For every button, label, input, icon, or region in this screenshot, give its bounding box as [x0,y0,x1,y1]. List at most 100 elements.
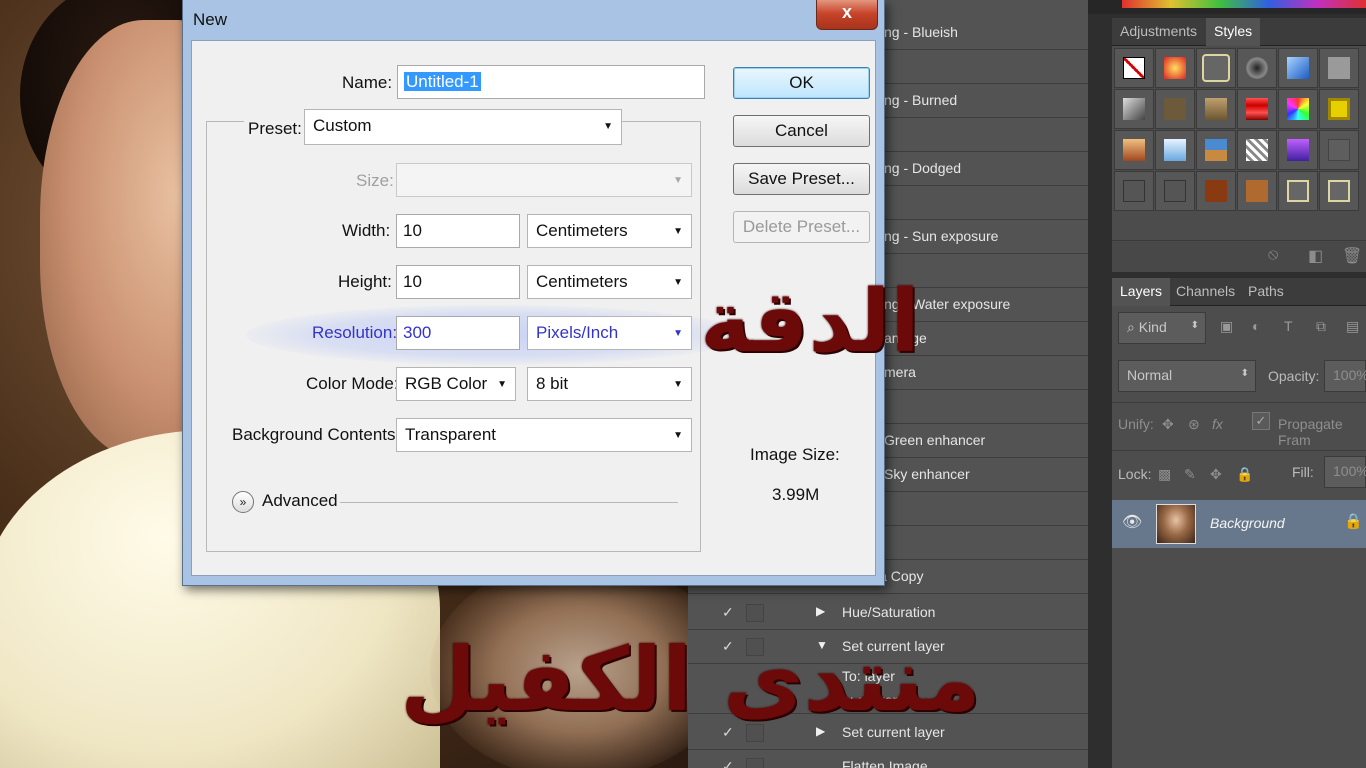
propagate-frame-checkbox[interactable]: ✓ [1252,412,1270,430]
lock-transparency-icon[interactable]: ▩ [1158,466,1171,483]
tab-channels[interactable]: Channels [1168,278,1243,306]
background-contents-label: Background Contents: [232,425,401,444]
save-preset-button[interactable]: Save Preset... [733,163,870,195]
cancel-button[interactable]: Cancel [733,115,870,147]
action-row[interactable]: ✓ Flatten Image [688,750,1088,768]
ok-button[interactable]: OK [733,67,870,99]
tab-adjustments[interactable]: Adjustments [1112,18,1205,46]
style-swatch[interactable] [1196,171,1236,211]
divider [1112,402,1366,403]
new-style-icon[interactable]: ◧ [1308,246,1323,266]
action-check-icon[interactable]: ✓ [722,758,734,768]
advanced-toggle-icon[interactable]: » [232,491,254,513]
image-filter-icon[interactable]: ▣ [1220,318,1233,335]
close-button[interactable]: x [816,0,878,30]
style-swatch[interactable] [1237,89,1277,129]
layers-panel: ⌕ Kind ⬍ ▣ ◐ T ⧉ ▤ Normal ⬍ Opacity: 100… [1112,306,1366,768]
styles-grid [1112,46,1366,240]
adjustments-styles-tabs: Adjustments Styles [1112,18,1366,46]
action-dialog-toggle[interactable] [746,758,764,768]
style-swatch[interactable] [1278,171,1318,211]
style-swatch[interactable] [1155,48,1195,88]
color-spectrum[interactable] [1122,0,1366,8]
type-filter-icon[interactable]: T [1284,318,1293,334]
layer-row-background[interactable]: 👁 Background 🔒 [1112,500,1366,548]
style-swatch[interactable] [1196,130,1236,170]
shape-filter-icon[interactable]: ⧉ [1316,318,1326,335]
delete-preset-button[interactable]: Delete Preset... [733,211,870,243]
color-mode-select[interactable]: RGB Color ▼ [396,367,516,401]
dropdown-arrow-icon: ▼ [673,430,683,441]
tab-paths[interactable]: Paths [1240,278,1292,306]
dropdown-arrow-icon: ▼ [603,121,613,132]
opacity-input[interactable]: 100% [1324,360,1366,392]
advanced-label[interactable]: Advanced [262,491,338,511]
lock-all-icon[interactable]: 🔒 [1236,466,1253,483]
eye-icon[interactable]: 👁 [1122,512,1142,532]
divider [1112,450,1366,451]
style-swatch[interactable] [1319,171,1359,211]
action-dialog-toggle[interactable] [746,604,764,622]
right-panel-dock: Adjustments Styles ⦸ ◧ 🗑 Layers Channels… [1088,0,1366,768]
fill-label: Fill: [1292,464,1314,480]
tab-styles[interactable]: Styles [1206,18,1261,46]
preset-label: Preset: [244,119,306,139]
style-swatch-none[interactable] [1114,48,1154,88]
expand-triangle-icon[interactable]: ▶ [816,604,825,618]
height-input[interactable]: 10 [396,265,520,299]
fill-input[interactable]: 100% [1324,456,1366,488]
style-swatch[interactable] [1155,130,1195,170]
swatch-strip [1088,0,1366,14]
size-label: Size: [356,171,394,190]
unify-position-icon[interactable]: ✥ [1162,416,1174,433]
unify-visibility-icon[interactable]: ⊛ [1188,416,1200,433]
style-swatch[interactable] [1278,89,1318,129]
width-unit-select[interactable]: Centimeters ▼ [527,214,692,248]
style-swatch[interactable] [1114,130,1154,170]
style-swatch[interactable] [1196,48,1236,88]
style-swatch[interactable] [1155,171,1195,211]
style-swatch[interactable] [1155,89,1195,129]
dropdown-arrow-icon: ▼ [673,328,683,339]
style-swatch[interactable] [1278,130,1318,170]
image-size-label: Image Size: [750,445,840,464]
style-swatch[interactable] [1319,48,1359,88]
layer-name[interactable]: Background [1210,515,1285,531]
tab-layers[interactable]: Layers [1112,278,1171,306]
style-swatch[interactable] [1319,89,1359,129]
style-swatch[interactable] [1237,130,1277,170]
unify-style-icon[interactable]: fx [1212,416,1223,432]
dropdown-arrow-icon: ▼ [673,175,683,186]
height-unit-select[interactable]: Centimeters ▼ [527,265,692,299]
adjustment-filter-icon[interactable]: ◐ [1252,318,1260,334]
blend-mode-select[interactable]: Normal ⬍ [1118,360,1256,392]
style-swatch[interactable] [1196,89,1236,129]
dropdown-arrow-icon: ▼ [673,277,683,288]
resolution-input[interactable]: 300 [396,316,520,350]
style-swatch[interactable] [1114,89,1154,129]
smart-object-filter-icon[interactable]: ▤ [1346,318,1359,335]
dialog-title: New [193,10,228,29]
style-swatch[interactable] [1278,48,1318,88]
lock-label: Lock: [1118,466,1152,482]
name-input-selection: Untitled-1 [404,72,481,91]
lock-paint-icon[interactable]: ✎ [1184,466,1196,483]
width-input[interactable]: 10 [396,214,520,248]
size-select[interactable]: ▼ [396,163,692,197]
background-contents-select[interactable]: Transparent ▼ [396,418,692,452]
style-swatch[interactable] [1114,171,1154,211]
clear-style-icon[interactable]: ⦸ [1268,246,1278,264]
style-swatch[interactable] [1319,130,1359,170]
lock-position-icon[interactable]: ✥ [1210,466,1222,483]
trash-icon[interactable]: 🗑 [1342,246,1362,266]
style-swatch[interactable] [1237,171,1277,211]
name-input[interactable]: Untitled-1 [397,65,705,99]
updown-icon: ⬍ [1190,320,1199,331]
resolution-unit-select[interactable]: Pixels/Inch ▼ [527,316,692,350]
action-check-icon[interactable]: ✓ [722,604,734,621]
action-row[interactable]: ✓ ▶ Hue/Saturation [688,596,1088,630]
preset-select[interactable]: Custom ▼ [304,109,622,145]
bit-depth-select[interactable]: 8 bit ▼ [527,367,692,401]
style-swatch[interactable] [1237,48,1277,88]
kind-filter-select[interactable]: ⌕ Kind ⬍ [1118,312,1206,344]
